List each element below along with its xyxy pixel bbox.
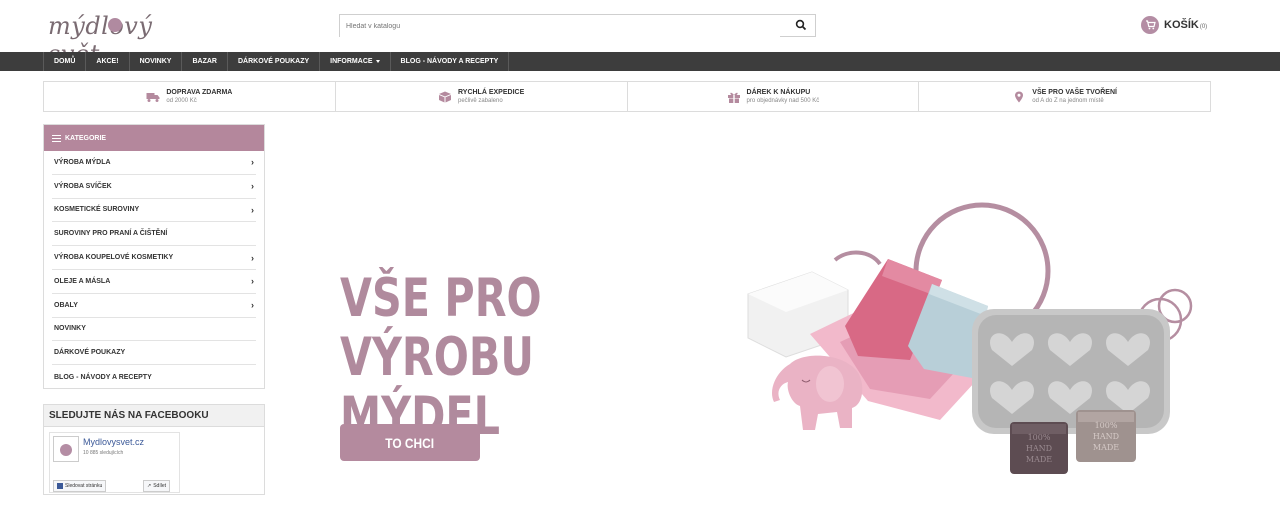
location-pin-icon [1015,91,1024,102]
header: mýdlový svět KOŠÍK (0) [0,0,1280,68]
benefit-everything: VŠE PRO VAŠE TVOŘENÍ od A do Z na jednom… [919,82,1210,111]
hero-banner[interactable]: VŠE PRO VÝROBU MÝDEL TO CHCI 100% HAND M… [290,124,1235,494]
benefit-subtitle: od 2000 Kč [166,98,197,104]
benefit-subtitle: pečlivě zabaleno [457,98,503,104]
stamp-text: MADE [1026,455,1052,464]
sidebar-item-label: VÝROBA KOUPELOVÉ KOSMETIKY [54,254,174,262]
chevron-down-icon [375,60,380,63]
nav-item-info[interactable]: INFORMACE [320,52,391,71]
benefit-subtitle: od A do Z na jednom místě [1032,98,1104,104]
sidebar-item-bath-cosmetics[interactable]: VÝROBA KOUPELOVÉ KOSMETIKY › [52,246,256,270]
sidebar-item-label: DÁRKOVÉ POUKAZY [54,349,126,357]
search-input[interactable] [340,16,780,37]
category-sidebar: KATEGORIE VÝROBA MÝDLA › VÝROBA SVÍČEK › K… [43,124,265,389]
facebook-icon [57,483,63,489]
nav-item-info-label: INFORMACE [330,58,373,65]
nav-item-bazaar[interactable]: BAZAR [182,52,228,71]
benefit-fast-dispatch: RYCHLÁ EXPEDICE pečlivě zabaleno [336,82,628,111]
sidebar-item-packaging[interactable]: OBALY › [52,294,256,318]
benefit-title: RYCHLÁ EXPEDICE [457,89,525,96]
stamp-text: 100% [1095,421,1118,430]
search-box [339,14,816,37]
sidebar-item-label: BLOG - NÁVODY A RECEPTY [54,373,152,381]
stamp-text: 100% [1028,433,1051,442]
box-icon [438,91,451,102]
stamp-text: HAND [1026,444,1052,453]
facebook-followers: 10 885 sledujících [83,450,124,456]
facebook-page-card: Mydlovysvet.cz 10 885 sledujících Sledov… [49,432,180,493]
facebook-share-button[interactable]: ↗ Sdílet [143,480,170,492]
nav-item-blog[interactable]: BLOG - NÁVODY A RECEPTY [391,52,510,71]
hero-title: VŠE PRO VÝROBU MÝDEL [340,269,636,446]
chevron-right-icon: › [251,276,254,287]
stamp-text: MADE [1093,443,1119,452]
truck-icon [146,92,160,102]
gift-icon [727,92,740,103]
nav-item-new[interactable]: NOVINKY [130,52,183,71]
sidebar-item-label: VÝROBA SVÍČEK [54,182,112,190]
sidebar-item-washing-ingredients[interactable]: SUROVINY PRO PRANÍ A ČIŠTĚNÍ [52,222,256,247]
benefits-bar: DOPRAVA ZDARMA od 2000 Kč RYCHLÁ EXPEDIC… [43,81,1211,112]
sidebar-item-label: OBALY [54,301,78,309]
sidebar-item-label: VÝROBA MÝDLA [54,158,111,166]
benefit-gift: DÁREK K NÁKUPU pro objednávky nad 500 Kč [628,82,920,111]
benefit-title: DÁREK K NÁKUPU [746,89,811,96]
sidebar-item-label: OLEJE A MÁSLA [54,277,111,285]
sidebar-item-label: SUROVINY PRO PRANÍ A ČIŠTĚNÍ [54,230,168,238]
sidebar-item-blog[interactable]: BLOG - NÁVODY A RECEPTY [52,365,256,389]
benefit-free-shipping: DOPRAVA ZDARMA od 2000 Kč [44,82,336,111]
hamburger-menu-icon [52,134,61,142]
search-icon[interactable] [795,19,807,31]
sidebar-item-soap-making[interactable]: VÝROBA MÝDLA › [52,151,256,175]
site-logo[interactable]: mýdlový svět [46,8,166,68]
stamp-text: HAND [1093,432,1119,441]
sidebar-item-candle-making[interactable]: VÝROBA SVÍČEK › [52,175,256,199]
chevron-right-icon: › [251,204,254,215]
hero-cta-button[interactable]: TO CHCI [340,424,480,461]
logo-mark [108,18,122,32]
soap-products-illustration: 100% HAND MADE 100% HAND MADE [747,202,1193,474]
nav-item-home[interactable]: DOMŮ [43,52,87,71]
hero-title-line-1: VŠE PRO [340,268,542,329]
facebook-page-avatar[interactable] [53,436,79,462]
category-heading[interactable]: KATEGORIE [44,125,264,151]
share-icon: ↗ [147,483,152,489]
sidebar-item-oils-butters[interactable]: OLEJE A MÁSLA › [52,270,256,294]
chevron-right-icon: › [251,252,254,263]
chevron-right-icon: › [251,157,254,168]
cart-icon [1141,16,1159,34]
cart-label: KOŠÍK [1164,19,1199,31]
main-navigation: DOMŮ AKCE! NOVINKY BAZAR DÁRKOVÉ POUKAZY… [0,52,1280,71]
sidebar-item-label: KOSMETICKÉ SUROVINY [54,206,140,214]
benefit-title: DOPRAVA ZDARMA [166,89,233,96]
facebook-heading: SLEDUJTE NÁS NA FACEBOOKU [44,405,264,427]
nav-item-sale[interactable]: AKCE! [86,52,130,71]
benefit-subtitle: pro objednávky nad 500 Kč [746,98,820,104]
benefit-title: VŠE PRO VAŠE TVOŘENÍ [1032,89,1117,96]
cart-count: (0) [1199,23,1208,30]
sidebar-item-label: NOVINKY [54,325,86,333]
sidebar-item-cosmetic-ingredients[interactable]: KOSMETICKÉ SUROVINY › [52,199,256,223]
facebook-follow-label: Sledovat stránku [65,483,103,489]
category-heading-label: KATEGORIE [65,134,107,142]
chevron-right-icon: › [251,300,254,311]
facebook-share-label: Sdílet [153,483,166,489]
nav-item-gift-vouchers[interactable]: DÁRKOVÉ POUKAZY [228,52,321,71]
sidebar-item-gift-vouchers[interactable]: DÁRKOVÉ POUKAZY [52,341,256,366]
cart-button[interactable]: KOŠÍK (0) [1141,15,1207,35]
chevron-right-icon: › [251,181,254,192]
sidebar-item-new[interactable]: NOVINKY [52,318,256,342]
facebook-follow-button[interactable]: Sledovat stránku [53,480,107,492]
hero-cta-label: TO CHCI [385,434,435,451]
facebook-widget: SLEDUJTE NÁS NA FACEBOOKU Mydlovysvet.cz… [43,404,265,495]
facebook-page-name[interactable]: Mydlovysvet.cz [83,437,144,447]
